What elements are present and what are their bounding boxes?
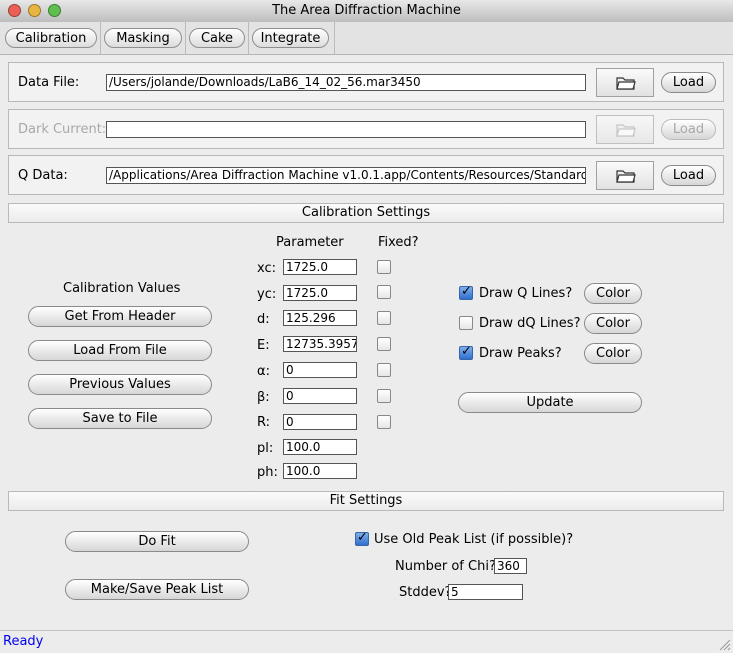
resize-grip-icon[interactable] [719, 639, 731, 651]
tab-calibration[interactable]: Calibration [5, 28, 97, 48]
data-file-browse-button[interactable] [596, 68, 654, 97]
parameter-header: Parameter [276, 235, 344, 250]
window-title: The Area Diffraction Machine [272, 3, 461, 18]
draw-peaks-checkbox[interactable] [459, 344, 473, 360]
fixed-checkbox-xc[interactable] [377, 260, 391, 274]
data-file-field[interactable]: /Users/jolande/Downloads/LaB6_14_02_56.m… [106, 74, 586, 91]
param-field-alpha[interactable]: 0 [283, 362, 357, 378]
param-label-d: d: [257, 312, 270, 327]
number-of-chi-label: Number of Chi? [395, 559, 496, 574]
number-of-chi-field[interactable]: 360 [494, 558, 527, 574]
folder-icon [616, 77, 636, 90]
update-button[interactable]: Update [458, 392, 642, 413]
fixed-checkbox-yc[interactable] [377, 285, 391, 299]
do-fit-button[interactable]: Do Fit [65, 531, 249, 552]
dq-lines-color-button[interactable]: Color [584, 313, 642, 334]
param-field-d[interactable]: 125.296 [283, 310, 357, 326]
fixed-checkbox-r[interactable] [377, 415, 391, 429]
param-label-ph: ph: [257, 465, 278, 480]
calibration-settings-header: Calibration Settings [8, 203, 724, 223]
fixed-checkbox-d[interactable] [377, 311, 391, 325]
title-bar: The Area Diffraction Machine [0, 0, 733, 23]
dark-current-panel: Dark Current: Load [8, 109, 724, 149]
fixed-checkbox-alpha[interactable] [377, 363, 391, 377]
use-old-peak-list-label: Use Old Peak List (if possible)? [374, 532, 574, 547]
q-data-label: Q Data: [18, 168, 68, 183]
stddev-label: Stddev? [399, 585, 452, 600]
draw-peaks-label: Draw Peaks? [479, 346, 562, 361]
dark-current-browse-button[interactable] [596, 115, 654, 144]
make-save-peak-list-button[interactable]: Make/Save Peak List [65, 579, 249, 600]
folder-icon [616, 170, 636, 183]
param-field-ph[interactable]: 100.0 [283, 463, 357, 479]
param-label-e: E: [257, 338, 270, 353]
dark-current-field[interactable] [106, 121, 586, 138]
previous-values-button[interactable]: Previous Values [28, 374, 212, 395]
tab-integrate[interactable]: Integrate [252, 28, 329, 48]
dark-current-label: Dark Current: [18, 122, 107, 137]
stddev-field[interactable]: 5 [448, 584, 523, 600]
param-field-yc[interactable]: 1725.0 [283, 285, 357, 301]
param-field-xc[interactable]: 1725.0 [283, 259, 357, 275]
q-lines-color-button[interactable]: Color [584, 283, 642, 304]
fixed-checkbox-beta[interactable] [377, 389, 391, 403]
draw-dq-lines-label: Draw dQ Lines? [479, 316, 581, 331]
data-file-load-button[interactable]: Load [661, 72, 716, 93]
param-field-r[interactable]: 0 [283, 414, 357, 430]
draw-q-lines-label: Draw Q Lines? [479, 286, 573, 301]
param-field-pl[interactable]: 100.0 [283, 439, 357, 455]
param-field-beta[interactable]: 0 [283, 388, 357, 404]
save-to-file-button[interactable]: Save to File [28, 408, 212, 429]
calibration-values-title: Calibration Values [63, 281, 181, 296]
q-data-panel: Q Data: /Applications/Area Diffraction M… [8, 155, 724, 195]
fixed-header: Fixed? [378, 235, 419, 250]
status-text: Ready [3, 634, 44, 649]
param-label-alpha: α: [257, 364, 270, 379]
draw-q-lines-checkbox[interactable] [459, 284, 473, 300]
fit-settings-header: Fit Settings [8, 491, 724, 511]
param-label-r: R: [257, 415, 271, 430]
tab-bar: Calibration Masking Cake Integrate [0, 22, 733, 55]
data-file-label: Data File: [18, 75, 80, 90]
q-data-load-button[interactable]: Load [661, 165, 716, 186]
fixed-checkbox-e[interactable] [377, 337, 391, 351]
use-old-peak-list-checkbox[interactable] [355, 530, 369, 546]
param-label-pl: pl: [257, 441, 274, 456]
load-from-file-button[interactable]: Load From File [28, 340, 212, 361]
param-label-yc: yc: [257, 287, 277, 302]
dark-current-load-button[interactable]: Load [661, 119, 716, 140]
param-field-e[interactable]: 12735.39577 [283, 336, 357, 352]
param-label-xc: xc: [257, 261, 276, 276]
param-label-beta: β: [257, 390, 270, 405]
peaks-color-button[interactable]: Color [584, 343, 642, 364]
folder-icon [616, 124, 636, 137]
q-data-field[interactable]: /Applications/Area Diffraction Machine v… [106, 167, 586, 184]
draw-dq-lines-checkbox[interactable] [459, 316, 473, 330]
status-bar: Ready [0, 630, 733, 653]
q-data-browse-button[interactable] [596, 161, 654, 190]
data-file-panel: Data File: /Users/jolande/Downloads/LaB6… [8, 62, 724, 102]
tab-masking[interactable]: Masking [104, 28, 182, 48]
get-from-header-button[interactable]: Get From Header [28, 306, 212, 327]
tab-cake[interactable]: Cake [189, 28, 245, 48]
